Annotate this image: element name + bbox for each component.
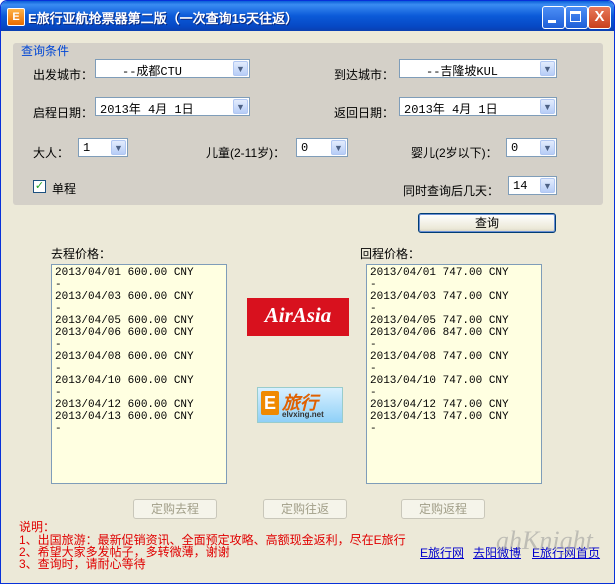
minimize-button[interactable]	[542, 6, 565, 29]
price-line: -	[55, 279, 62, 291]
price-line: -	[370, 423, 377, 435]
days-after-value: 14	[513, 179, 528, 193]
child-count-value: 0	[301, 141, 309, 155]
chevron-down-icon[interactable]: ▼	[540, 61, 555, 76]
minimize-icon	[548, 20, 556, 23]
depart-date-label: 启程日期：	[33, 106, 94, 120]
return-date-picker[interactable]: 2013年 4月 1日 ▼	[399, 97, 557, 117]
elvxing-logo: E 旅行 elvxing.net	[257, 387, 343, 423]
chevron-down-icon[interactable]: ▼	[331, 140, 346, 155]
price-line: 2013/04/03 600.00 CNY	[55, 291, 194, 303]
maximize-button[interactable]	[565, 6, 588, 29]
return-date-label: 返回日期：	[334, 106, 395, 120]
book-roundtrip-button[interactable]: 定购往返	[263, 499, 347, 519]
check-icon: ✓	[34, 180, 45, 192]
chevron-down-icon[interactable]: ▼	[111, 140, 126, 155]
elvxing-logo-url: elvxing.net	[282, 410, 324, 419]
price-line: 2013/04/01 600.00 CNY	[55, 267, 194, 279]
price-line: 2013/04/10 600.00 CNY	[55, 375, 194, 387]
price-line: 2013/04/03 747.00 CNY	[370, 291, 509, 303]
price-line: 2013/04/10 747.00 CNY	[370, 375, 509, 387]
price-line: -	[370, 339, 377, 351]
price-line: 2013/04/08 600.00 CNY	[55, 351, 194, 363]
oneway-label[interactable]: 单程	[52, 180, 76, 197]
price-line: 2013/04/12 747.00 CNY	[370, 399, 509, 411]
maximize-icon	[570, 11, 581, 22]
inbound-price-label: 回程价格：	[360, 247, 421, 261]
return-date-value: 2013年 4月 1日	[404, 103, 498, 117]
outbound-price-list[interactable]: 2013/04/01 600.00 CNY -2013/04/03 600.00 …	[51, 264, 227, 484]
depart-date-picker[interactable]: 2013年 4月 1日 ▼	[95, 97, 250, 117]
price-line: -	[370, 279, 377, 291]
price-line: 2013/04/13 747.00 CNY	[370, 411, 509, 423]
price-line: 2013/04/13 600.00 CNY	[55, 411, 194, 423]
price-line: -	[55, 387, 62, 399]
window-title: E旅行亚航抢票器第二版（一次查询15天往返）	[28, 11, 299, 26]
book-outbound-button[interactable]: 定购去程	[133, 499, 217, 519]
outbound-price-label: 去程价格：	[51, 247, 112, 261]
elvxing-link[interactable]: E旅行网	[420, 544, 464, 561]
app-icon: E	[7, 8, 25, 26]
airasia-logo: AirAsia	[247, 298, 349, 336]
price-line: -	[370, 303, 377, 315]
arrive-city-value: --吉隆坡KUL	[426, 65, 499, 79]
price-line: 2013/04/08 747.00 CNY	[370, 351, 509, 363]
arrive-city-label: 到达城市：	[334, 68, 395, 82]
title-bar[interactable]: E E旅行亚航抢票器第二版（一次查询15天往返） X	[1, 1, 614, 31]
note-line-3: 3、查询时，请耐心等待	[19, 557, 146, 571]
arrive-city-select[interactable]: --吉隆坡KUL ▼	[399, 59, 557, 79]
price-line: -	[55, 363, 62, 375]
child-count-select[interactable]: 0 ▼	[296, 138, 348, 157]
chevron-down-icon[interactable]: ▼	[540, 178, 555, 193]
infant-count-select[interactable]: 0 ▼	[506, 138, 557, 157]
depart-city-select[interactable]: --成都CTU ▼	[95, 59, 250, 79]
depart-city-label: 出发城市：	[33, 68, 94, 82]
chevron-down-icon[interactable]: ▼	[540, 99, 555, 114]
adult-label: 大人：	[33, 146, 70, 160]
infant-label: 婴儿(2岁以下)：	[411, 146, 498, 160]
watermark: ahKnight	[496, 526, 593, 555]
adult-count-select[interactable]: 1 ▼	[78, 138, 128, 157]
chevron-down-icon[interactable]: ▼	[233, 99, 248, 114]
chevron-down-icon[interactable]: ▼	[540, 140, 555, 155]
infant-count-value: 0	[511, 141, 519, 155]
price-line: 2013/04/12 600.00 CNY	[55, 399, 194, 411]
depart-date-value: 2013年 4月 1日	[100, 103, 194, 117]
price-line: -	[55, 339, 62, 351]
query-button[interactable]: 查询	[418, 213, 556, 233]
inbound-price-list[interactable]: 2013/04/01 747.00 CNY -2013/04/03 747.00 …	[366, 264, 542, 484]
price-line: 2013/04/05 600.00 CNY	[55, 315, 194, 327]
query-conditions-title: 查询条件	[21, 44, 70, 58]
book-return-button[interactable]: 定购返程	[401, 499, 485, 519]
price-line: 2013/04/05 747.00 CNY	[370, 315, 509, 327]
price-line: -	[55, 423, 62, 435]
close-icon: X	[594, 8, 605, 25]
price-line: 2013/04/06 600.00 CNY	[55, 327, 194, 339]
child-label: 儿童(2-11岁)：	[206, 146, 286, 160]
chevron-down-icon[interactable]: ▼	[233, 61, 248, 76]
app-window: E E旅行亚航抢票器第二版（一次查询15天往返） X 查询条件 出发城市： --…	[0, 0, 615, 584]
adult-count-value: 1	[83, 141, 91, 155]
airasia-logo-text: AirAsia	[264, 303, 332, 327]
depart-city-value: --成都CTU	[122, 65, 183, 79]
price-line: 2013/04/06 847.00 CNY	[370, 327, 509, 339]
price-line: -	[370, 363, 377, 375]
price-line: -	[55, 303, 62, 315]
price-line: 2013/04/01 747.00 CNY	[370, 267, 509, 279]
elvxing-mark-icon: E	[261, 391, 279, 415]
days-after-select[interactable]: 14 ▼	[508, 176, 557, 195]
close-button[interactable]: X	[588, 6, 611, 29]
oneway-checkbox[interactable]: ✓	[33, 180, 46, 193]
price-line: -	[370, 387, 377, 399]
days-after-label: 同时查询后几天：	[403, 184, 500, 198]
